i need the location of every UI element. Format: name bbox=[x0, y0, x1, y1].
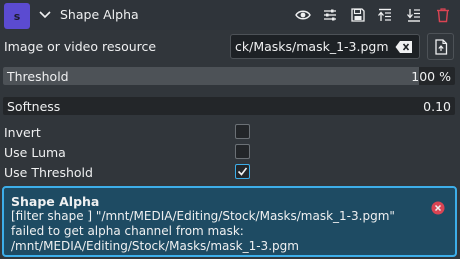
align-top-icon[interactable] bbox=[377, 7, 393, 23]
align-bottom-icon[interactable] bbox=[406, 7, 422, 23]
threshold-label: Threshold bbox=[7, 69, 69, 84]
effect-header: s Shape Alpha bbox=[0, 0, 460, 30]
softness-label: Softness bbox=[7, 99, 61, 114]
error-message: Shape Alpha [filter shape ] "/mnt/MEDIA/… bbox=[2, 186, 457, 257]
backspace-icon[interactable] bbox=[395, 40, 413, 54]
message-title: Shape Alpha bbox=[11, 194, 100, 209]
trash-icon[interactable] bbox=[435, 7, 451, 23]
message-body: [filter shape ] "/mnt/MEDIA/Editing/Stoc… bbox=[11, 209, 395, 253]
sliders-icon[interactable] bbox=[322, 7, 338, 23]
threshold-slider[interactable]: Threshold 100 % bbox=[3, 67, 455, 85]
invert-checkbox[interactable] bbox=[235, 124, 250, 139]
threshold-value: 100 % bbox=[411, 69, 451, 84]
softness-slider[interactable]: Softness 0.10 bbox=[3, 97, 455, 115]
resource-label: Image or video resource bbox=[4, 39, 157, 54]
resource-path-input[interactable]: ck/Masks/mask_1-3.pgm bbox=[230, 34, 420, 59]
close-circle-icon[interactable] bbox=[431, 201, 445, 215]
use-luma-checkbox[interactable] bbox=[235, 144, 250, 159]
effect-title: Shape Alpha bbox=[60, 7, 139, 22]
invert-label: Invert bbox=[4, 125, 41, 140]
use-threshold-checkbox[interactable] bbox=[235, 164, 250, 179]
use-luma-label: Use Luma bbox=[4, 145, 66, 160]
resource-path-value[interactable]: ck/Masks/mask_1-3.pgm bbox=[235, 39, 389, 54]
effect-badge[interactable]: s bbox=[4, 3, 30, 29]
use-threshold-label: Use Threshold bbox=[4, 165, 93, 180]
softness-value: 0.10 bbox=[423, 99, 451, 114]
save-icon[interactable] bbox=[350, 7, 366, 23]
file-icon bbox=[435, 39, 448, 55]
eye-icon[interactable] bbox=[295, 7, 311, 23]
open-file-button[interactable] bbox=[427, 33, 454, 60]
chevron-down-icon[interactable] bbox=[38, 8, 52, 22]
